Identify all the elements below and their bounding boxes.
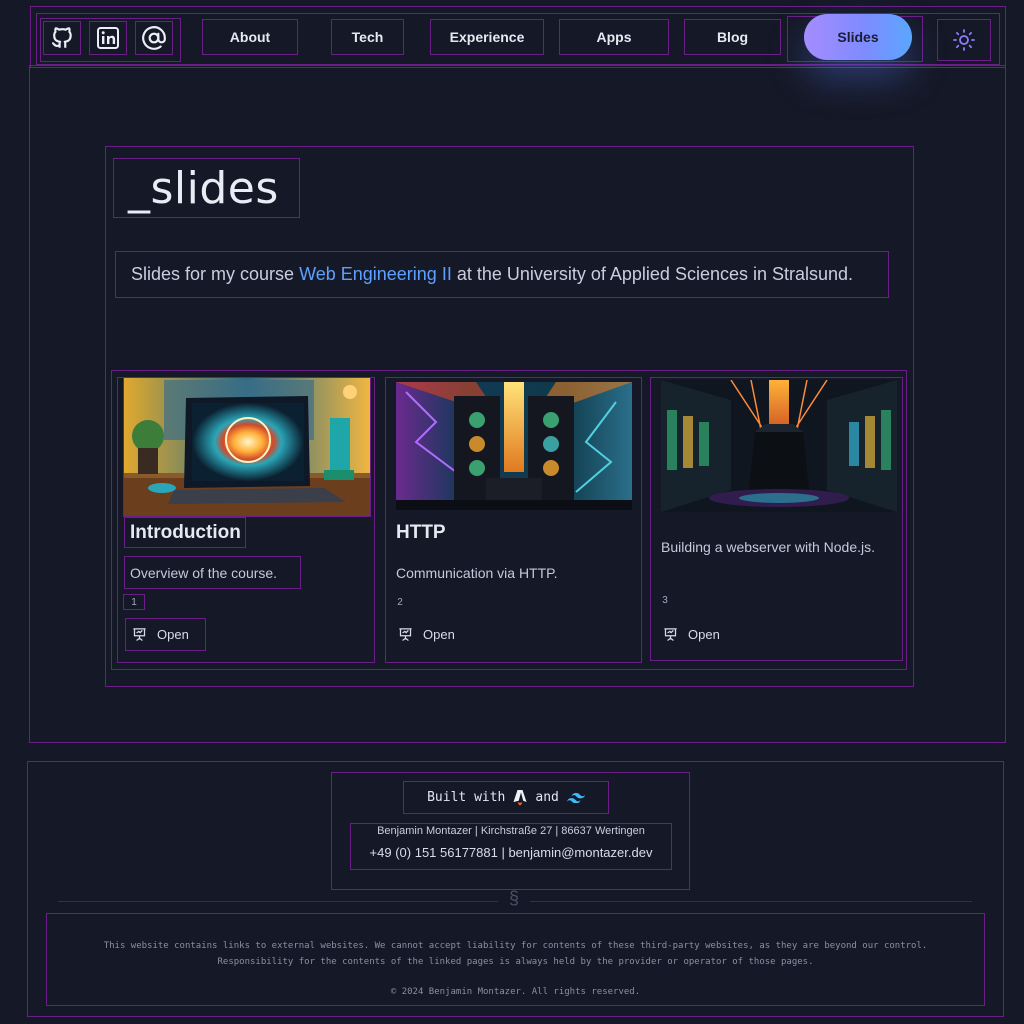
footer-address: Benjamin Montazer | Kirchstraße 27 | 866… [377,825,645,837]
intro-after: at the University of Applied Sciences in… [456,264,854,284]
nav-experience[interactable]: Experience [430,19,544,55]
linkedin-icon [97,27,119,49]
slide-title: HTTP [396,521,446,543]
disclaimer-line-1: This website contains links to external … [103,941,928,951]
nav-tech[interactable]: Tech [331,19,404,55]
open-slides-button[interactable]: Open [657,619,736,650]
github-icon [51,27,72,48]
open-label: Open [157,627,189,642]
nav-blog[interactable]: Blog [684,19,781,55]
slide-description: Overview of the course. [124,556,301,589]
divider-left [58,901,498,902]
intro-before: Slides for my course [131,264,295,284]
and-label: and [535,790,559,805]
github-link[interactable] [43,21,81,55]
intro-text: Slides for my course Web Engineering II … [115,251,889,298]
open-label: Open [688,627,720,642]
tailwind-icon [566,793,585,803]
slide-image-http [396,382,632,510]
email-link[interactable] [135,21,173,55]
slide-number: 1 [123,594,145,610]
nav-apps[interactable]: Apps [559,19,669,55]
slide-number: 3 [662,594,668,606]
divider-right [530,901,972,902]
slide-description: Communication via HTTP. [396,564,558,581]
built-with-label: Built with [427,790,506,805]
copyright: © 2024 Benjamin Montazer. All rights res… [390,987,641,997]
at-sign-icon [142,26,166,50]
footer-contact: +49 (0) 151 56177881 | benjamin@montazer… [369,845,653,860]
nav-about[interactable]: About [202,19,298,55]
presentation-icon [133,628,146,641]
slide-title [656,512,661,532]
section-symbol: § [508,888,519,908]
disclaimer-line-2: Responsibility for the contents of the l… [217,957,814,967]
nav-slides-active[interactable]: Slides [804,14,912,60]
course-link[interactable]: Web Engineering II [299,264,452,285]
slide-description: Building a webserver with Node.js. [661,538,875,555]
theme-toggle-button[interactable] [937,19,991,61]
built-with: Built with and [403,781,609,814]
slide-image-introduction [123,377,371,517]
page-title-box: _slides [113,158,300,218]
linkedin-link[interactable] [89,21,127,55]
open-label: Open [423,627,455,642]
page-title: _slides [128,162,279,214]
slide-image-webserver [661,380,897,512]
open-slides-button[interactable]: Open [392,619,471,650]
slide-number: 2 [397,596,403,608]
presentation-icon [399,628,412,641]
open-slides-button[interactable]: Open [125,618,206,651]
slide-title: Introduction [124,517,246,548]
sun-icon [953,29,975,51]
presentation-icon [664,628,677,641]
astro-icon [513,790,527,806]
